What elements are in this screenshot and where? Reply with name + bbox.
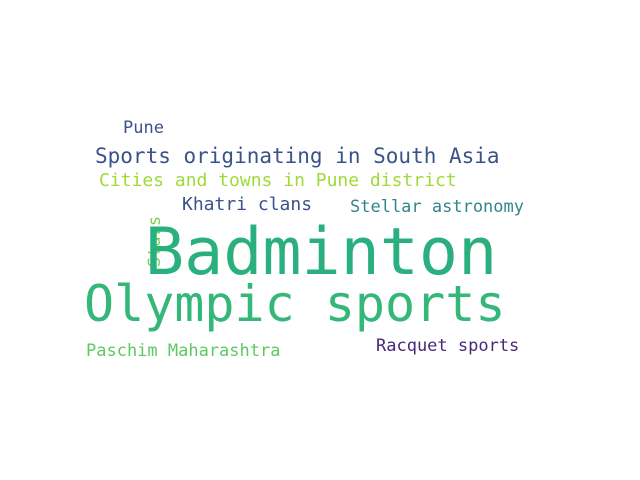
word-sports-originating-in-south-asia: Sports originating in South Asia [95,144,500,168]
word-racquet-sports: Racquet sports [376,336,520,356]
word-stellar-astronomy: Stellar astronomy [350,197,524,217]
word-olympic-sports: Olympic sports [84,275,506,333]
word-cloud: Pune Sports originating in South Asia Ci… [0,0,640,480]
word-pune: Pune [123,118,164,138]
word-khatri-clans: Khatri clans [182,194,313,215]
word-cities-and-towns-in-pune-district: Cities and towns in Pune district [99,170,457,191]
word-paschim-maharashtra: Paschim Maharashtra [86,341,281,361]
